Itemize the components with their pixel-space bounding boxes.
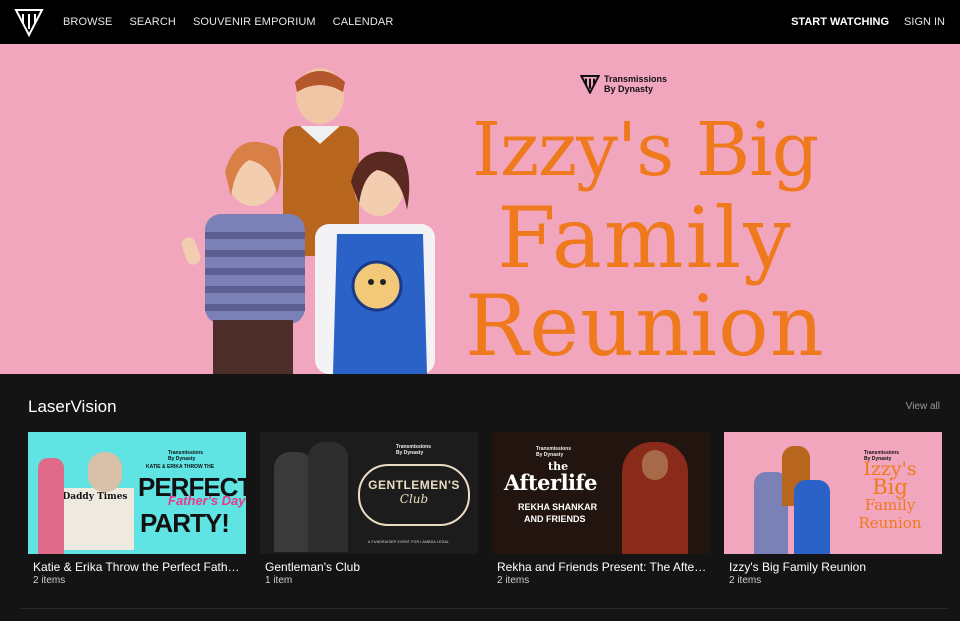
top-navigation: BROWSE SEARCH SOUVENIR EMPORIUM CALENDAR… xyxy=(0,0,960,44)
nav-souvenir-emporium[interactable]: SOUVENIR EMPORIUM xyxy=(193,16,316,28)
thumb-brand: Transmissions By Dynasty xyxy=(396,444,431,456)
thumb-script: Father's Day xyxy=(168,493,246,508)
nav-search[interactable]: SEARCH xyxy=(130,16,176,28)
card-thumbnail: Transmissions By Dynasty GENTLEMEN'S Clu… xyxy=(260,432,478,554)
card-thumbnail: Transmissions By Dynasty KATIE & ERIKA T… xyxy=(28,432,246,554)
nav-browse[interactable]: BROWSE xyxy=(63,16,113,28)
thumb-line1: GENTLEMEN'S xyxy=(368,478,460,492)
card-afterlife[interactable]: Transmissions By Dynasty the Afterlife R… xyxy=(492,432,710,586)
card-fathers-day[interactable]: Transmissions By Dynasty KATIE & ERIKA T… xyxy=(28,432,246,586)
thumb-figure-right xyxy=(794,480,830,554)
thumb-newspaper-title: Daddy Times xyxy=(62,492,128,502)
thumb-top-text: KATIE & ERIKA THROW THE xyxy=(146,464,215,470)
hero-title-line2: Family xyxy=(497,189,793,287)
card-item-count: 2 items xyxy=(729,575,762,586)
card-item-count: 2 items xyxy=(497,575,530,586)
card-title[interactable]: Gentleman's Club xyxy=(265,560,475,574)
card-title[interactable]: Katie & Erika Throw the Perfect Father's… xyxy=(33,560,243,574)
card-item-count: 1 item xyxy=(265,575,293,586)
thumb-brand-line2: By Dynasty xyxy=(536,452,564,458)
hero-title-line3: Reunion xyxy=(465,277,825,374)
dynasty-logo-icon xyxy=(580,75,600,94)
hero-title: Izzy's Big Family Reunion xyxy=(430,106,860,370)
thumb-figure-right xyxy=(308,442,348,552)
thumb-line2: PARTY! xyxy=(140,508,230,538)
card-title[interactable]: Rekha and Friends Present: The Afterlife xyxy=(497,560,707,574)
thumb-sign: GENTLEMEN'S Club xyxy=(358,464,470,526)
view-all-link[interactable]: View all xyxy=(906,401,940,412)
hero-brand: Transmissions By Dynasty xyxy=(580,74,667,94)
card-title[interactable]: Izzy's Big Family Reunion xyxy=(729,560,939,574)
nav-actions: START WATCHING SIGN IN xyxy=(791,0,945,44)
thumb-line3: Family xyxy=(864,496,916,514)
thumb-brand-line2: By Dynasty xyxy=(396,450,424,456)
section-title: LaserVision xyxy=(28,397,117,416)
section-divider xyxy=(20,608,948,609)
nav-calendar[interactable]: CALENDAR xyxy=(333,16,394,28)
thumb-line2: REKHA SHANKAR xyxy=(518,502,598,512)
card-thumbnail: Transmissions By Dynasty Izzy's Big Fami… xyxy=(724,432,942,554)
thumb-line2: Big xyxy=(872,475,908,499)
card-izzys-reunion[interactable]: Transmissions By Dynasty Izzy's Big Fami… xyxy=(724,432,942,586)
thumb-line1: Afterlife xyxy=(504,470,597,495)
sign-in-link[interactable]: SIGN IN xyxy=(904,16,945,28)
thumb-figure-left xyxy=(38,458,64,554)
card-thumbnail: Transmissions By Dynasty the Afterlife R… xyxy=(492,432,710,554)
hero-title-line1: Izzy's Big xyxy=(471,107,819,193)
hero-cast-illustration xyxy=(181,68,435,374)
thumb-brand-line2: By Dynasty xyxy=(168,456,196,462)
thumb-figure-right xyxy=(88,452,122,492)
card-row: Transmissions By Dynasty KATIE & ERIKA T… xyxy=(28,432,942,592)
start-watching-button[interactable]: START WATCHING xyxy=(791,16,889,28)
thumb-line3: AND FRIENDS xyxy=(524,514,586,524)
card-item-count: 2 items xyxy=(33,575,66,586)
thumb-bottom-text: A FUNDRAISER EVENT FOR LAMBDA LEGAL xyxy=(368,540,450,544)
thumb-line4: Reunion xyxy=(858,514,922,532)
thumb-title: Izzy's Big Family Reunion xyxy=(842,460,938,533)
hero-brand-text: Transmissions By Dynasty xyxy=(604,74,667,94)
thumb-line2: Club xyxy=(399,492,429,506)
thumb-brand: Transmissions By Dynasty xyxy=(168,450,203,462)
hero-brand-line2: By Dynasty xyxy=(604,84,654,94)
card-gentlemans-club[interactable]: Transmissions By Dynasty GENTLEMEN'S Clu… xyxy=(260,432,478,586)
thumb-brand: Transmissions By Dynasty xyxy=(536,446,571,458)
hero-banner[interactable]: Transmissions By Dynasty Izzy's Big Fami… xyxy=(0,44,960,374)
nav-links: BROWSE SEARCH SOUVENIR EMPORIUM CALENDAR xyxy=(63,0,410,44)
thumb-figure-head xyxy=(642,450,668,480)
hero-brand-line1: Transmissions xyxy=(604,74,668,84)
thumb-newspaper: Daddy Times xyxy=(56,488,134,550)
dynasty-logo-icon[interactable] xyxy=(14,7,44,37)
